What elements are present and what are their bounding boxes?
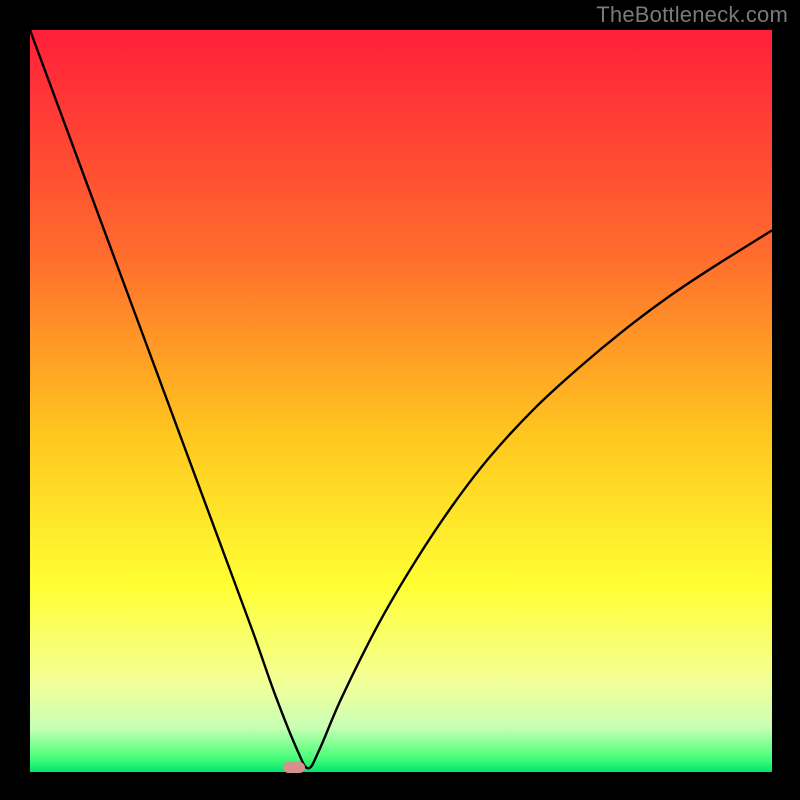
minimum-marker xyxy=(283,762,305,773)
attribution-text: TheBottleneck.com xyxy=(596,2,788,28)
chart-svg xyxy=(30,30,772,772)
plot-area xyxy=(30,30,772,772)
chart-frame: TheBottleneck.com xyxy=(0,0,800,800)
gradient-background xyxy=(30,30,772,772)
